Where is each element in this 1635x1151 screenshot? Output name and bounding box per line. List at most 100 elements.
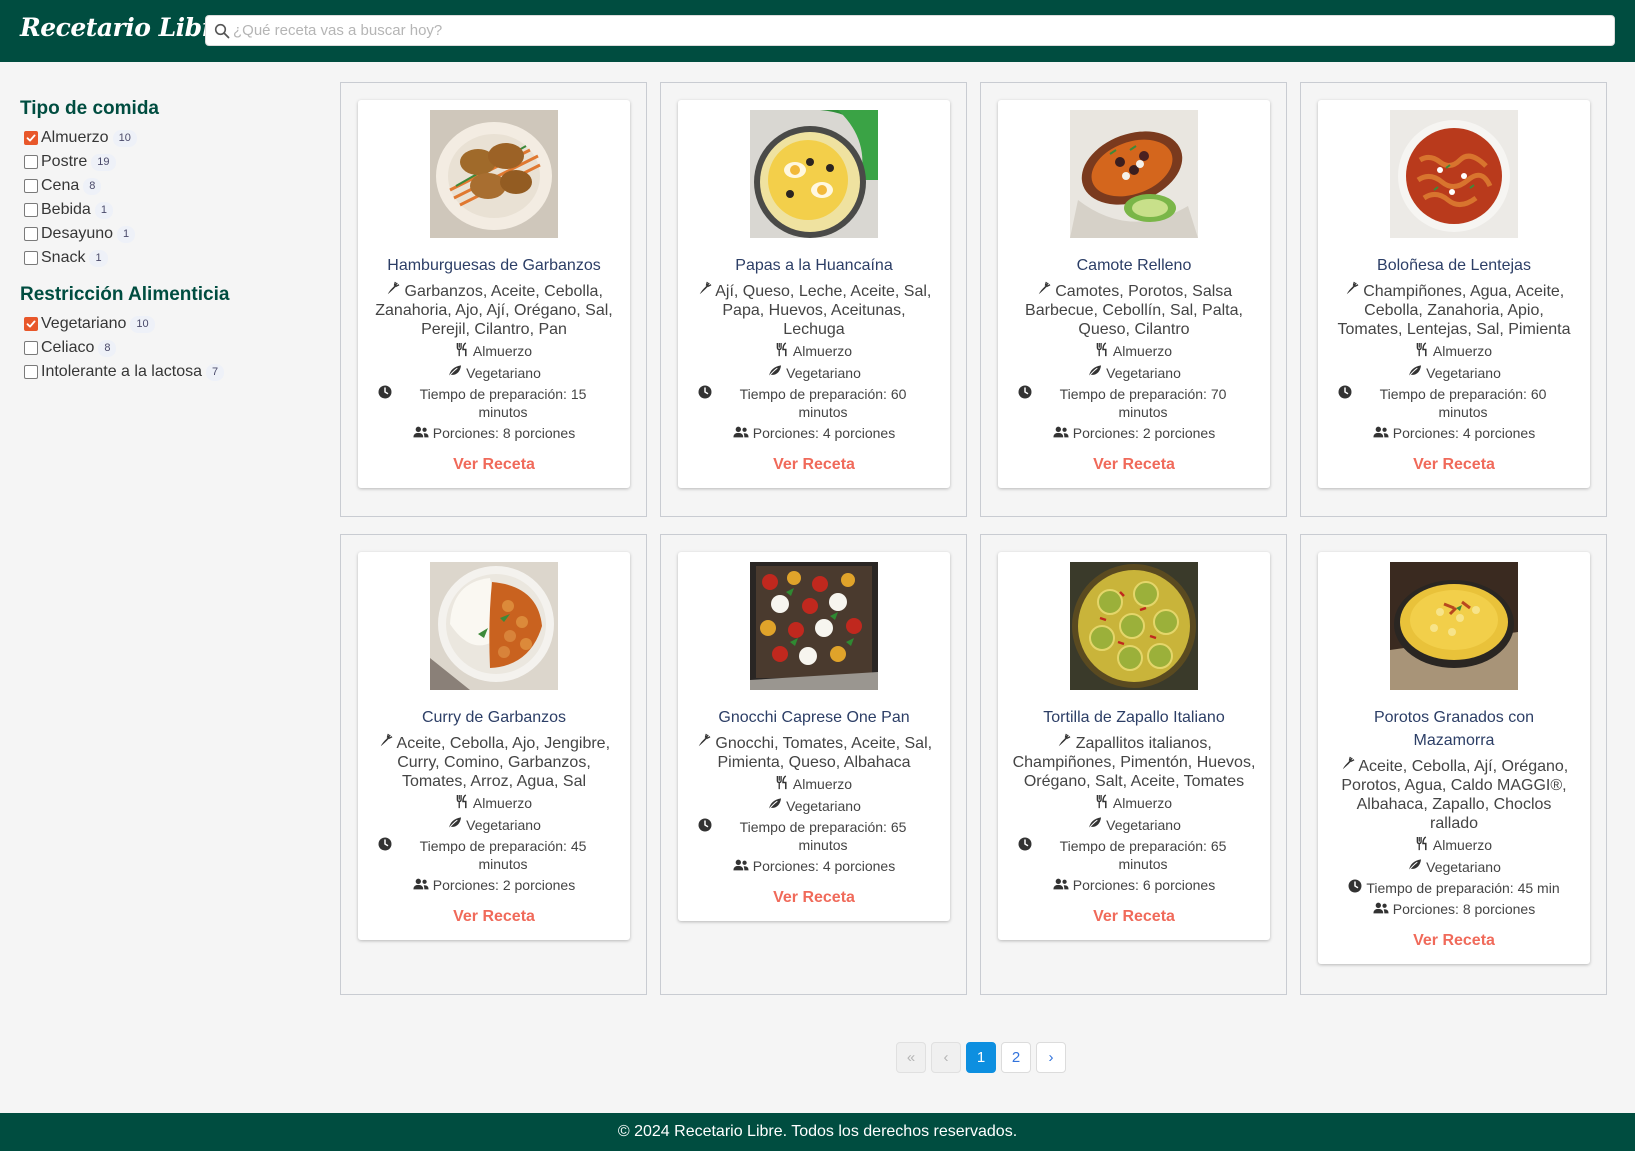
- filter-option-desayuno[interactable]: Desayuno 1: [20, 222, 310, 246]
- view-recipe-link[interactable]: Ver Receta: [998, 456, 1270, 488]
- users-icon: [1373, 900, 1389, 918]
- filter-count-badge: 1: [89, 249, 108, 267]
- filter-option-snack[interactable]: Snack 1: [20, 246, 310, 270]
- filter-checkbox[interactable]: [24, 341, 38, 355]
- filter-option-almuerzo[interactable]: Almuerzo 10: [20, 126, 310, 150]
- filter-option-postre[interactable]: Postre 19: [20, 150, 310, 174]
- recipe-image[interactable]: [1070, 562, 1198, 690]
- filter-checkbox[interactable]: [24, 365, 38, 379]
- recipe-meal-type: Almuerzo: [358, 791, 630, 813]
- recipe-column: Papas a la Huancaína Ají, Queso, Leche, …: [660, 82, 967, 517]
- first-page-button[interactable]: «: [896, 1042, 926, 1073]
- recipe-title[interactable]: Curry de Garbanzos: [358, 706, 630, 729]
- recipe-ingredients: Gnocchi, Tomates, Aceite, Sal, Pimienta,…: [678, 729, 950, 772]
- recipe-image[interactable]: [430, 110, 558, 238]
- filter-group-title-restriccion: Restricción Alimenticia: [20, 284, 230, 305]
- recipe-image[interactable]: [1070, 110, 1198, 238]
- filter-count-badge: 7: [206, 363, 225, 381]
- next-page-button[interactable]: ›: [1036, 1042, 1066, 1073]
- filter-checkbox[interactable]: [24, 203, 38, 217]
- filter-count-badge: 8: [98, 339, 117, 357]
- recipe-image[interactable]: [750, 110, 878, 238]
- recipe-card[interactable]: Camote Relleno Camotes, Porotos, Salsa B…: [998, 100, 1270, 488]
- view-recipe-link[interactable]: Ver Receta: [358, 456, 630, 488]
- utensils-icon: [1416, 836, 1429, 855]
- recipe-card[interactable]: Gnocchi Caprese One Pan Gnocchi, Tomates…: [678, 552, 950, 921]
- recipe-image[interactable]: [1390, 562, 1518, 690]
- filter-option-intolerante-a-la-lactosa[interactable]: Intolerante a la lactosa 7: [20, 360, 310, 384]
- utensils-icon: [1096, 794, 1109, 813]
- filter-option-cena[interactable]: Cena 8: [20, 174, 310, 198]
- recipe-title[interactable]: Gnocchi Caprese One Pan: [678, 706, 950, 729]
- recipe-image[interactable]: [430, 562, 558, 690]
- recipe-prep-time: Tiempo de preparación: 45 minutos: [358, 834, 630, 873]
- filter-list-tipo: Almuerzo 10 Postre 19 Cena 8 Bebida 1 Desayuno 1 S…: [20, 126, 310, 270]
- recipe-title[interactable]: Papas a la Huancaína: [678, 254, 950, 277]
- carrot-icon: [385, 281, 400, 300]
- carrot-icon: [1344, 281, 1359, 300]
- recipe-column: Boloñesa de Lentejas Champiñones, Agua, …: [1300, 82, 1607, 517]
- leaf-icon: [447, 364, 462, 382]
- filter-label: Desayuno: [41, 225, 114, 242]
- filter-label: Postre: [41, 153, 88, 170]
- filter-checkbox[interactable]: [24, 155, 38, 169]
- recipe-card[interactable]: Papas a la Huancaína Ají, Queso, Leche, …: [678, 100, 950, 488]
- recipe-image[interactable]: [750, 562, 878, 690]
- recipe-prep-time: Tiempo de preparación: 60 minutos: [1318, 382, 1590, 421]
- recipe-prep-time: Tiempo de preparación: 70 minutos: [998, 382, 1270, 421]
- view-recipe-link[interactable]: Ver Receta: [678, 456, 950, 488]
- recipe-diet: Vegetariano: [678, 361, 950, 382]
- recipe-diet: Vegetariano: [358, 813, 630, 834]
- prev-page-button[interactable]: ‹: [931, 1042, 961, 1073]
- recipe-card[interactable]: Tortilla de Zapallo Italiano Zapallitos …: [998, 552, 1270, 940]
- utensils-icon: [456, 794, 469, 813]
- filter-option-bebida[interactable]: Bebida 1: [20, 198, 310, 222]
- utensils-icon: [1096, 342, 1109, 361]
- filter-count-badge: 19: [91, 153, 116, 171]
- recipe-portions: Porciones: 8 porciones: [1318, 897, 1590, 918]
- view-recipe-link[interactable]: Ver Receta: [358, 908, 630, 940]
- leaf-icon: [767, 364, 782, 382]
- search-bar[interactable]: [205, 15, 1615, 46]
- recipe-title[interactable]: Hamburguesas de Garbanzos: [358, 254, 630, 277]
- filter-checkbox[interactable]: [24, 251, 38, 265]
- recipe-card[interactable]: Boloñesa de Lentejas Champiñones, Agua, …: [1318, 100, 1590, 488]
- filter-option-vegetariano[interactable]: Vegetariano 10: [20, 312, 310, 336]
- view-recipe-link[interactable]: Ver Receta: [1318, 932, 1590, 964]
- filter-label: Snack: [41, 249, 86, 266]
- recipe-prep-time: Tiempo de preparación: 65 minutos: [998, 834, 1270, 873]
- view-recipe-link[interactable]: Ver Receta: [678, 889, 950, 921]
- filter-checkbox[interactable]: [24, 131, 38, 145]
- search-input[interactable]: [233, 16, 1603, 45]
- recipe-meal-type: Almuerzo: [1318, 339, 1590, 361]
- recipe-image[interactable]: [1390, 110, 1518, 238]
- view-recipe-link[interactable]: Ver Receta: [1318, 456, 1590, 488]
- recipe-card[interactable]: Porotos Granados con Mazamorra Aceite, C…: [1318, 552, 1590, 964]
- filter-checkbox[interactable]: [24, 227, 38, 241]
- recipe-card[interactable]: Curry de Garbanzos Aceite, Cebolla, Ajo,…: [358, 552, 630, 940]
- carrot-icon: [1056, 733, 1071, 752]
- recipe-title[interactable]: Boloñesa de Lentejas: [1318, 254, 1590, 277]
- recipe-card[interactable]: Hamburguesas de Garbanzos Garbanzos, Ace…: [358, 100, 630, 488]
- recipe-portions: Porciones: 4 porciones: [678, 854, 950, 875]
- recipe-prep-time: Tiempo de preparación: 60 minutos: [678, 382, 950, 421]
- filter-checkbox[interactable]: [24, 179, 38, 193]
- page-button-1[interactable]: 1: [966, 1042, 996, 1073]
- recipe-column: Porotos Granados con Mazamorra Aceite, C…: [1300, 534, 1607, 995]
- brand-logo[interactable]: Recetario Libre: [20, 13, 230, 42]
- recipe-title[interactable]: Porotos Granados con Mazamorra: [1318, 706, 1590, 752]
- recipe-meal-type: Almuerzo: [678, 772, 950, 794]
- filter-count-badge: 1: [94, 201, 113, 219]
- view-recipe-link[interactable]: Ver Receta: [998, 908, 1270, 940]
- page-button-2[interactable]: 2: [1001, 1042, 1031, 1073]
- recipe-title[interactable]: Tortilla de Zapallo Italiano: [998, 706, 1270, 729]
- leaf-icon: [1087, 364, 1102, 382]
- filter-label: Intolerante a la lactosa: [41, 363, 202, 380]
- recipe-title[interactable]: Camote Relleno: [998, 254, 1270, 277]
- filter-checkbox[interactable]: [24, 317, 38, 331]
- filter-count-badge: 10: [112, 129, 137, 147]
- filter-option-celiaco[interactable]: Celiaco 8: [20, 336, 310, 360]
- recipe-ingredients: Garbanzos, Aceite, Cebolla, Zanahoria, A…: [375, 281, 613, 338]
- recipe-column: Tortilla de Zapallo Italiano Zapallitos …: [980, 534, 1287, 995]
- leaf-icon: [447, 816, 462, 834]
